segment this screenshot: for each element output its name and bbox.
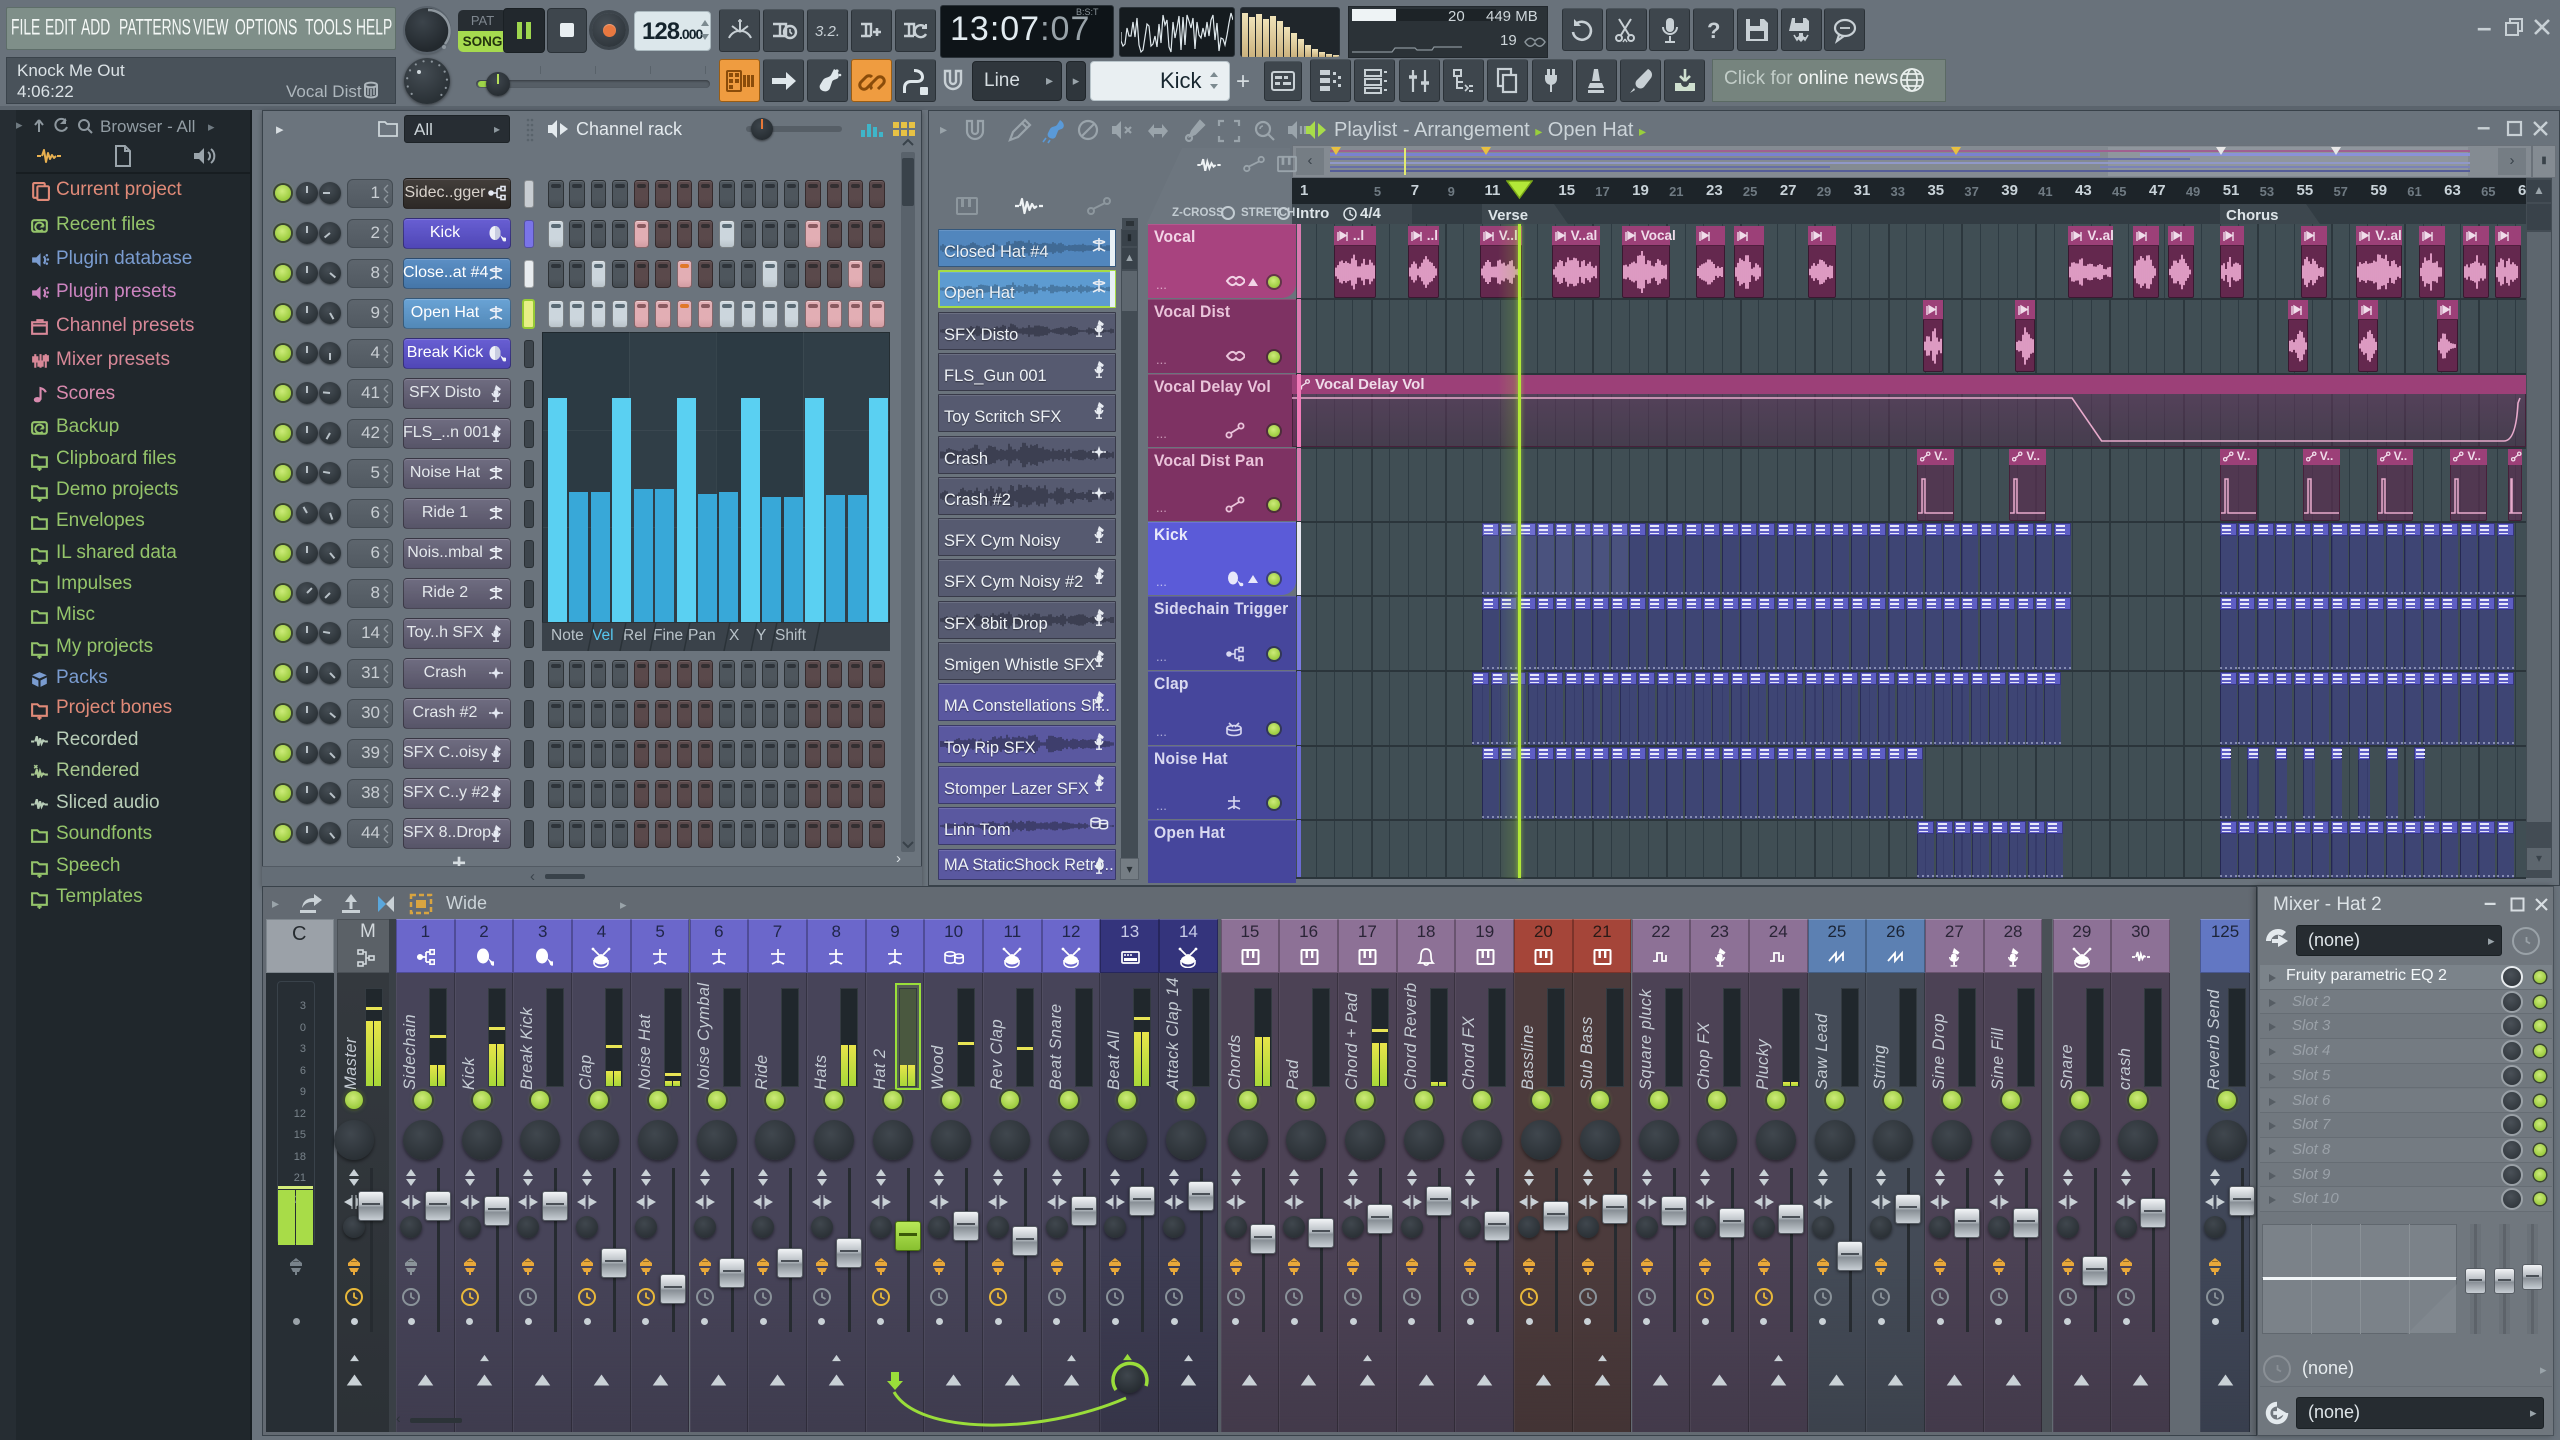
svg-text:Verse: Verse bbox=[1488, 207, 1528, 224]
svg-text:Chorus: Chorus bbox=[2226, 207, 2279, 224]
svg-text:?: ? bbox=[1707, 18, 1720, 43]
svg-text:3.2.: 3.2. bbox=[815, 23, 840, 40]
